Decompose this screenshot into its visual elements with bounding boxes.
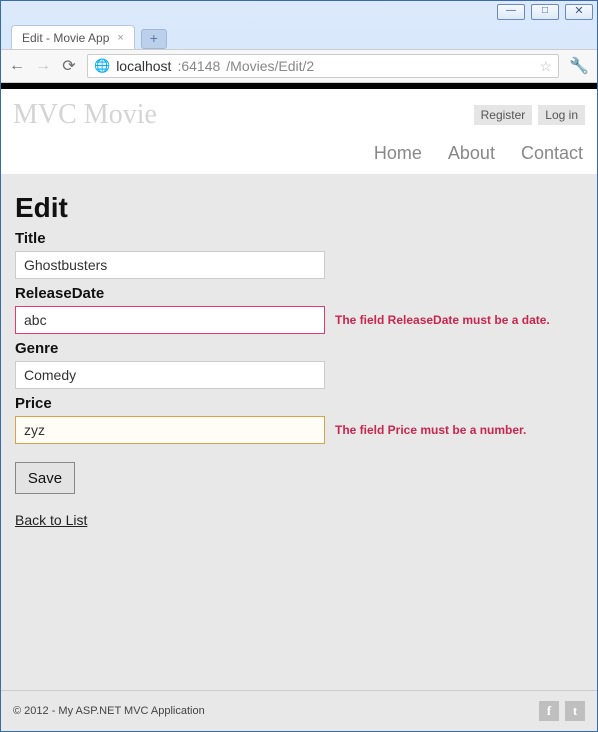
tab-title: Edit - Movie App [22, 31, 109, 45]
title-label: Title [15, 230, 583, 247]
price-input[interactable] [15, 416, 325, 444]
address-host: localhost [116, 58, 171, 74]
releasedate-label: ReleaseDate [15, 285, 583, 302]
address-bar[interactable]: 🌐 localhost :64148/Movies/Edit/2 ☆ [87, 54, 559, 78]
brand-logo[interactable]: MVC Movie [13, 99, 157, 131]
genre-label: Genre [15, 340, 583, 357]
back-icon[interactable]: ← [9, 57, 25, 75]
save-button[interactable]: Save [15, 462, 75, 494]
address-path: /Movies/Edit/2 [226, 58, 314, 74]
nav-about[interactable]: About [448, 143, 495, 164]
forward-icon: → [35, 57, 51, 75]
login-link[interactable]: Log in [538, 105, 585, 125]
releasedate-error: The field ReleaseDate must be a date. [335, 313, 550, 327]
reload-icon[interactable]: ⟳ [61, 56, 77, 76]
maximize-button[interactable]: □ [531, 4, 559, 20]
title-input[interactable] [15, 251, 325, 279]
price-label: Price [15, 395, 583, 412]
twitter-icon[interactable]: t [565, 701, 585, 721]
bookmark-icon[interactable]: ☆ [540, 58, 553, 75]
nav-home[interactable]: Home [374, 143, 422, 164]
releasedate-input[interactable] [15, 306, 325, 334]
footer-copyright: © 2012 - My ASP.NET MVC Application [13, 705, 205, 717]
tab-close-icon[interactable]: × [117, 32, 123, 44]
address-port: :64148 [177, 58, 220, 74]
close-button[interactable]: ✕ [565, 4, 593, 20]
facebook-icon[interactable]: f [539, 701, 559, 721]
new-tab-button[interactable]: + [141, 29, 167, 49]
minimize-button[interactable]: — [497, 4, 525, 20]
settings-icon[interactable]: 🔧 [569, 56, 589, 76]
browser-tab[interactable]: Edit - Movie App × [11, 25, 135, 49]
nav-contact[interactable]: Contact [521, 143, 583, 164]
genre-input[interactable] [15, 361, 325, 389]
globe-icon: 🌐 [94, 58, 110, 74]
page-heading: Edit [15, 192, 583, 224]
register-link[interactable]: Register [474, 105, 533, 125]
price-error: The field Price must be a number. [335, 423, 526, 437]
back-to-list-link[interactable]: Back to List [15, 512, 87, 528]
